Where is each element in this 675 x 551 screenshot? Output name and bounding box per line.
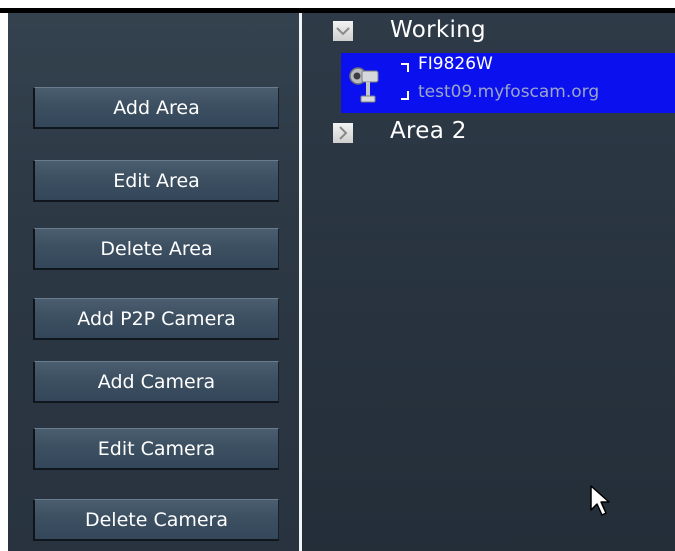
- camera-host: test09.myfoscam.org: [418, 82, 600, 102]
- mouse-cursor-icon: [589, 484, 613, 518]
- edit-camera-button[interactable]: Edit Camera: [33, 428, 279, 470]
- chevron-right-icon[interactable]: [333, 123, 353, 143]
- delete-camera-button[interactable]: Delete Camera: [33, 499, 279, 541]
- add-camera-button[interactable]: Add Camera: [33, 361, 279, 403]
- tree-group-working[interactable]: Working: [390, 17, 486, 43]
- tree-group-area-2[interactable]: Area 2: [390, 118, 467, 144]
- left-frame-border: [0, 13, 8, 551]
- add-p2p-camera-button[interactable]: Add P2P Camera: [33, 298, 279, 340]
- status-bracket-bottom-icon: [401, 91, 409, 100]
- camera-name: FI9826W: [418, 54, 493, 74]
- top-edge: [0, 0, 675, 8]
- edit-area-button[interactable]: Edit Area: [33, 160, 279, 202]
- status-bracket-top-icon: [401, 63, 409, 72]
- camera-manager-window: Add Area Edit Area Delete Area Add P2P C…: [0, 0, 675, 551]
- delete-area-button[interactable]: Delete Area: [33, 228, 279, 270]
- chevron-down-icon[interactable]: [333, 21, 353, 41]
- camera-icon: [344, 60, 384, 108]
- add-area-button[interactable]: Add Area: [33, 87, 279, 129]
